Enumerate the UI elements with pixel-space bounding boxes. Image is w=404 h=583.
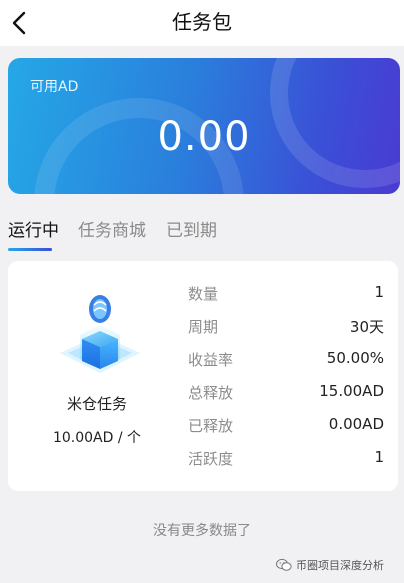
tab-task-store[interactable]: 任务商城: [78, 216, 146, 241]
active-tab-indicator: [8, 248, 52, 251]
chevron-left-icon: [12, 11, 26, 35]
stat-row-activity: 活跃度 1: [188, 448, 384, 472]
stat-label: 活跃度: [188, 450, 234, 468]
balance-value: 0.00: [157, 114, 251, 160]
task-card[interactable]: 米仓任务 10.00AD / 个 数量 1 周期 30天 收益率 50.00% …: [8, 261, 398, 491]
stat-value: 15.00AD: [319, 382, 384, 400]
tab-expired[interactable]: 已到期: [166, 216, 217, 241]
top-bar: 任务包: [0, 0, 404, 46]
watermark: 币圈项目深度分析: [276, 556, 400, 574]
stat-row-quantity: 数量 1: [188, 283, 384, 307]
balance-label: 可用AD: [30, 79, 79, 95]
stat-label: 已释放: [188, 417, 234, 435]
tab-running[interactable]: 运行中: [8, 216, 59, 241]
task-package-icon: [60, 295, 140, 373]
stat-row-total-release: 总释放 15.00AD: [188, 382, 384, 406]
task-price: 10.00AD / 个: [52, 430, 142, 446]
stat-value: 1: [374, 283, 384, 301]
watermark-text: 币圈项目深度分析: [296, 559, 384, 572]
back-button[interactable]: [4, 6, 34, 40]
stat-label: 总释放: [188, 384, 234, 402]
stat-label: 周期: [188, 318, 219, 336]
wechat-icon: [276, 558, 292, 571]
no-more-data-text: 没有更多数据了: [153, 523, 251, 539]
task-tabs: 运行中 任务商城 已到期: [0, 212, 404, 252]
stat-value: 0.00AD: [328, 415, 384, 433]
balance-card: 可用AD 0.00: [8, 58, 400, 194]
page-title: 任务包: [172, 10, 232, 34]
stat-row-yield-rate: 收益率 50.00%: [188, 349, 384, 373]
stat-value: 50.00%: [326, 349, 384, 367]
stat-value: 1: [374, 448, 384, 466]
stat-row-period: 周期 30天: [188, 316, 384, 340]
stat-row-released: 已释放 0.00AD: [188, 415, 384, 439]
stat-label: 收益率: [188, 351, 234, 369]
task-name: 米仓任务: [66, 395, 127, 413]
stat-value: 30天: [349, 318, 384, 336]
stat-label: 数量: [188, 285, 219, 303]
